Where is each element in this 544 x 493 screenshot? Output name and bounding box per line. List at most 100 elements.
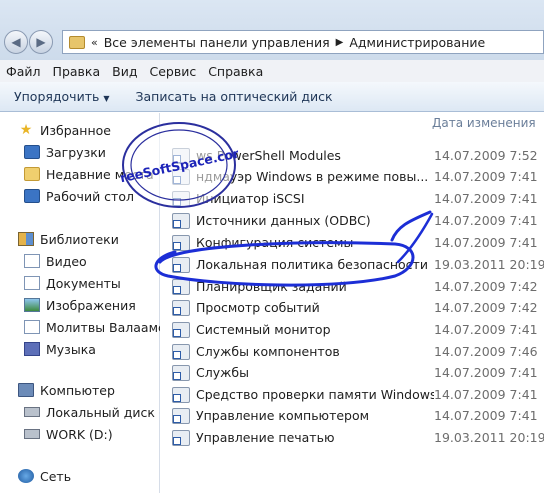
documents-icon xyxy=(24,276,40,290)
shortcut-icon xyxy=(172,212,190,229)
nav-local-disk-label: Локальный диск (C:) xyxy=(46,404,160,420)
command-bar: Упорядочить ▼ Записать на оптический диск xyxy=(0,82,544,112)
nav-computer-label: Компьютер xyxy=(40,382,115,398)
file-row[interactable]: Управление компьютером 14.07.2009 7:41 xyxy=(172,405,544,426)
nav-favorites-label: Избранное xyxy=(40,122,111,138)
file-row[interactable]: Управление печатью 19.03.2011 20:19 xyxy=(172,427,544,448)
nav-downloads-label: Загрузки xyxy=(46,144,106,160)
disk-drive-icon xyxy=(24,407,40,417)
libraries-icon xyxy=(18,232,34,246)
file-row[interactable]: Средство проверки памяти Windows 14.07.2… xyxy=(172,384,544,405)
shortcut-icon xyxy=(172,321,190,338)
nav-work[interactable]: WORK (D:) xyxy=(0,423,160,445)
burn-button[interactable]: Записать на оптический диск xyxy=(136,89,333,104)
recent-places-icon xyxy=(24,167,40,181)
file-date: 19.03.2011 20:19 xyxy=(434,257,544,272)
nav-prayers[interactable]: Молитвы Валаамские xyxy=(0,316,160,338)
menu-edit[interactable]: Правка xyxy=(53,64,101,79)
organize-button[interactable]: Упорядочить ▼ xyxy=(14,89,110,104)
file-row[interactable]: Конфигурация системы 14.07.2009 7:41 xyxy=(172,232,544,253)
computer-icon xyxy=(18,383,34,397)
nav-images[interactable]: Изображения xyxy=(0,294,160,316)
video-icon xyxy=(24,254,40,268)
nav-music-label: Музыка xyxy=(46,341,96,357)
file-name: Службы компонентов xyxy=(196,344,340,359)
breadcrumb-separator-icon[interactable]: ▶ xyxy=(336,37,344,48)
downloads-folder-icon xyxy=(24,145,40,159)
back-arrow-icon: ◀ xyxy=(11,35,21,49)
file-name: Локальная политика безопасности xyxy=(196,257,428,272)
back-button[interactable]: ◀ xyxy=(4,30,28,54)
library-icon xyxy=(24,320,40,334)
file-name: Источники данных (ODBC) xyxy=(196,213,371,228)
nav-prayers-label: Молитвы Валаамские xyxy=(46,319,160,335)
nav-libraries[interactable]: Библиотеки xyxy=(0,228,160,250)
file-row[interactable]: Службы компонентов 14.07.2009 7:46 xyxy=(172,341,544,362)
watermark-seal: FreeSoftSpace.com xyxy=(120,122,238,208)
nav-documents-label: Документы xyxy=(46,275,121,291)
file-name: Службы xyxy=(196,365,249,380)
nav-computer[interactable]: Компьютер xyxy=(0,379,160,401)
nav-network-label: Сеть xyxy=(40,468,72,484)
file-name: Планировщик заданий xyxy=(196,279,347,294)
file-date: 19.03.2011 20:19 xyxy=(434,430,544,445)
network-icon xyxy=(18,469,34,483)
address-bar[interactable]: « Все элементы панели управления ▶ Админ… xyxy=(62,30,544,54)
file-name: Управление печатью xyxy=(196,430,335,445)
file-row[interactable]: Локальная политика безопасности 19.03.20… xyxy=(172,254,544,275)
shortcut-icon xyxy=(172,343,190,360)
forward-arrow-icon: ▶ xyxy=(36,35,46,49)
shortcut-icon xyxy=(172,429,190,446)
shortcut-icon xyxy=(172,299,190,316)
file-date: 14.07.2009 7:41 xyxy=(434,365,538,380)
nav-local-disk[interactable]: Локальный диск (C:) xyxy=(0,401,160,423)
file-date: 14.07.2009 7:46 xyxy=(434,344,538,359)
file-date: 14.07.2009 7:41 xyxy=(434,169,538,184)
menu-view[interactable]: Вид xyxy=(112,64,137,79)
nav-video[interactable]: Видео xyxy=(0,250,160,272)
file-date: 14.07.2009 7:41 xyxy=(434,191,538,206)
column-header-date[interactable]: Дата изменения xyxy=(432,116,536,130)
menu-bar: Файл Правка Вид Сервис Справка xyxy=(0,60,544,82)
desktop-icon xyxy=(24,189,40,203)
shortcut-icon xyxy=(172,386,190,403)
menu-tools[interactable]: Сервис xyxy=(149,64,196,79)
shortcut-icon xyxy=(172,234,190,251)
file-row[interactable]: Службы 14.07.2009 7:41 xyxy=(172,362,544,383)
forward-button[interactable]: ▶ xyxy=(29,30,53,54)
file-row[interactable]: Планировщик заданий 14.07.2009 7:42 xyxy=(172,276,544,297)
file-name: Управление компьютером xyxy=(196,408,370,423)
file-name: Конфигурация системы xyxy=(196,235,354,250)
star-icon: ★ xyxy=(19,122,33,138)
nav-network[interactable]: Сеть xyxy=(0,465,160,487)
nav-libraries-label: Библиотеки xyxy=(40,231,119,247)
organize-label: Упорядочить xyxy=(14,89,100,104)
menu-help[interactable]: Справка xyxy=(208,64,263,79)
nav-images-label: Изображения xyxy=(46,297,136,313)
file-date: 14.07.2009 7:52 xyxy=(434,148,538,163)
file-name: Просмотр событий xyxy=(196,300,320,315)
file-date: 14.07.2009 7:41 xyxy=(434,387,538,402)
chevron-double-icon: « xyxy=(91,35,98,49)
file-row[interactable]: Просмотр событий 14.07.2009 7:42 xyxy=(172,297,544,318)
menu-file[interactable]: Файл xyxy=(6,64,41,79)
file-row[interactable]: Источники данных (ODBC) 14.07.2009 7:41 xyxy=(172,210,544,231)
shortcut-icon xyxy=(172,278,190,295)
images-icon xyxy=(24,298,40,312)
breadcrumb-administration[interactable]: Администрирование xyxy=(349,35,485,50)
file-date: 14.07.2009 7:41 xyxy=(434,213,538,228)
file-date: 14.07.2009 7:42 xyxy=(434,300,538,315)
address-bar-area: ◀ ▶ « Все элементы панели управления ▶ А… xyxy=(0,0,544,60)
nav-work-label: WORK (D:) xyxy=(46,426,113,442)
nav-documents[interactable]: Документы xyxy=(0,272,160,294)
control-panel-icon xyxy=(69,35,85,49)
dropdown-arrow-icon: ▼ xyxy=(103,94,110,103)
file-date: 14.07.2009 7:41 xyxy=(434,235,538,250)
file-name: Средство проверки памяти Windows xyxy=(196,387,434,402)
shortcut-icon xyxy=(172,407,190,424)
nav-music[interactable]: Музыка xyxy=(0,338,160,360)
file-row[interactable]: Системный монитор 14.07.2009 7:41 xyxy=(172,319,544,340)
breadcrumb-control-panel[interactable]: Все элементы панели управления xyxy=(104,35,330,50)
file-name: Системный монитор xyxy=(196,322,331,337)
nav-video-label: Видео xyxy=(46,253,87,269)
